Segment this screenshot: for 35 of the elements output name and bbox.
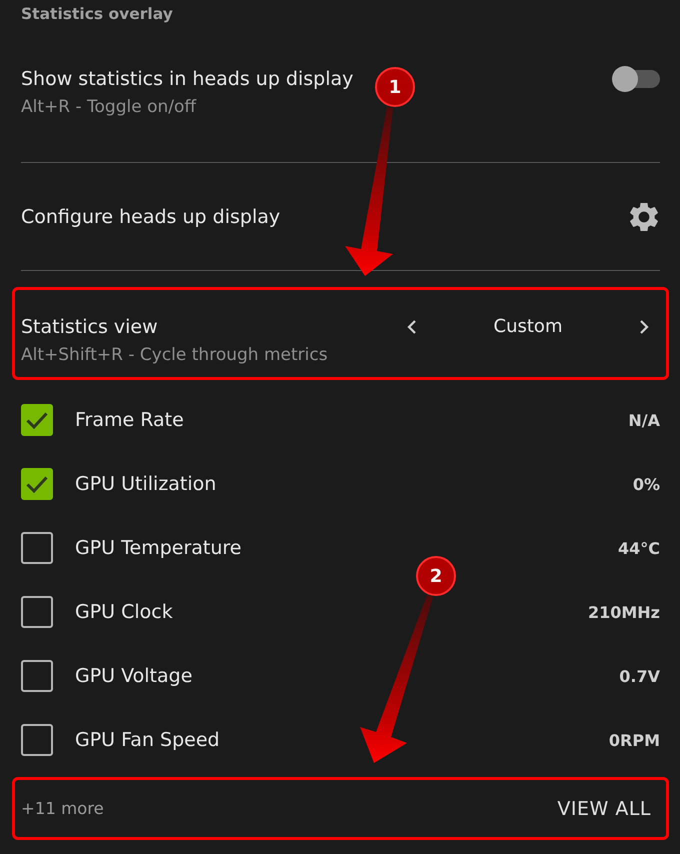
setting-label: Statistics view (21, 315, 159, 340)
metric-value: 210MHz (588, 602, 660, 622)
metric-value: 0.7V (619, 666, 660, 686)
metric-label: GPU Voltage (75, 664, 194, 689)
metric-label: GPU Temperature (75, 536, 242, 561)
step-marker: 2 (416, 556, 456, 596)
metric-label: GPU Fan Speed (75, 728, 221, 753)
metric-label: Frame Rate (75, 408, 185, 433)
step-marker: 1 (375, 67, 415, 107)
chevron-right-icon[interactable] (639, 319, 649, 335)
settings-icon[interactable] (630, 202, 658, 230)
checkmark-icon (26, 476, 48, 492)
checkbox[interactable] (21, 660, 53, 692)
chevron-left-icon[interactable] (407, 319, 417, 335)
section-title: Statistics overlay (21, 4, 174, 25)
setting-label: Show statistics in heads up display (21, 67, 354, 92)
checkmark-icon (26, 412, 48, 428)
checkbox[interactable] (21, 532, 53, 564)
more-count: +11 more (21, 799, 104, 818)
checkbox[interactable] (21, 596, 53, 628)
shortcut-hint: Alt+Shift+R - Cycle through metrics (21, 344, 329, 367)
checkbox[interactable] (21, 724, 53, 756)
checkbox[interactable] (21, 468, 53, 500)
metric-value: 0RPM (608, 730, 660, 750)
selector-value: Custom (494, 315, 562, 339)
setting-label: Configure heads up display (21, 204, 280, 230)
checkbox[interactable] (21, 404, 53, 436)
metric-label: GPU Clock (75, 600, 174, 625)
view-all-button[interactable]: VIEW ALL (557, 798, 651, 820)
toggle-switch[interactable] (612, 66, 660, 92)
shortcut-hint: Alt+R - Toggle on/off (21, 96, 198, 119)
metric-value: 44°C (618, 538, 660, 558)
metric-value: N/A (628, 410, 660, 430)
metric-value: 0% (632, 474, 660, 494)
metric-label: GPU Utilization (75, 472, 218, 497)
